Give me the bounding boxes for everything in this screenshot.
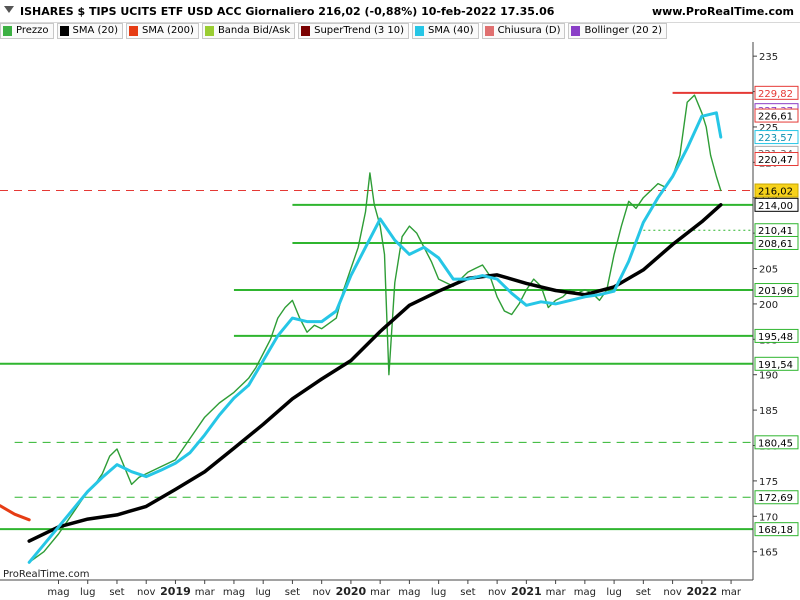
x-tick-label: mag [223, 587, 245, 598]
price-tag-label: 229,82 [758, 89, 793, 100]
legend-item-supertrend[interactable]: SuperTrend (3 10) [298, 22, 410, 39]
legend-label: Banda Bid/Ask [217, 25, 291, 36]
legend-label: Chiusura (D) [497, 25, 561, 36]
x-tick-label: lug [80, 587, 95, 598]
price-tag-label: 195,48 [758, 332, 793, 343]
y-tick-label: 205 [759, 265, 778, 276]
chart-header: ISHARES $ TIPS UCITS ETF USD ACC Giornal… [0, 0, 800, 23]
x-tick-label: set [109, 587, 124, 598]
legend-label: SuperTrend (3 10) [314, 25, 405, 36]
price-tag-label: 191,54 [758, 360, 793, 371]
sma200-swatch-icon [129, 25, 139, 36]
x-tick-label: lug [255, 587, 270, 598]
x-tick-label: mag [574, 587, 596, 598]
legend-label: Prezzo [16, 25, 49, 36]
x-tick-label: 2022 [687, 585, 718, 598]
prezzo-swatch-icon [3, 25, 12, 36]
chiusura-swatch-icon [484, 25, 494, 36]
legend-label: SMA (20) [72, 25, 119, 36]
price-tag-label: 226,61 [758, 112, 793, 123]
legend-item-prezzo[interactable]: Prezzo [0, 22, 54, 39]
x-tick-label: nov [312, 587, 330, 598]
x-tick-label: 2021 [511, 585, 542, 598]
indicator-legend: Prezzo SMA (20) SMA (200) Banda Bid/Ask … [0, 22, 800, 39]
level-lines [0, 91, 753, 531]
supertrend-swatch-icon [301, 25, 311, 36]
x-tick-label: mar [370, 587, 391, 598]
time-axis: mag lug set nov 2019 mar mag lug set nov 2020 mar ma… [0, 579, 753, 598]
price-tag-label: 220,47 [758, 155, 793, 166]
price-tag-label: 180,45 [758, 438, 793, 449]
y-tick-label: 185 [759, 406, 778, 417]
legend-item-bollinger[interactable]: Bollinger (20 2) [568, 22, 667, 39]
collapse-arrow-icon[interactable] [4, 6, 14, 13]
price-series [0, 94, 723, 564]
legend-item-banda-bid-ask[interactable]: Banda Bid/Ask [201, 22, 296, 39]
x-tick-label: nov [488, 587, 506, 598]
legend-label: SMA (40) [428, 25, 474, 36]
x-tick-label: mag [398, 587, 420, 598]
y-tick-label: 165 [759, 548, 778, 559]
y-tick-label: 200 [759, 300, 778, 311]
sma40-swatch-icon [415, 25, 425, 36]
price-chart[interactable]: 1651701751801851901952002052102152202252… [0, 40, 800, 600]
y-tick-label: 190 [759, 371, 778, 382]
price-tag-label: 172,69 [758, 493, 793, 504]
series-sma-20 [27, 203, 723, 543]
price-tag-label: 214,00 [758, 201, 793, 212]
x-tick-label: mar [195, 587, 216, 598]
bollinger-swatch-icon [571, 25, 581, 36]
y-tick-label: 175 [759, 477, 778, 488]
legend-item-sma40[interactable]: SMA (40) [412, 22, 479, 39]
x-tick-label: mag [47, 587, 69, 598]
banda-swatch-icon [204, 25, 214, 36]
x-tick-label: mar [546, 587, 567, 598]
price-tag-label: 208,61 [758, 239, 793, 250]
chart-title: ISHARES $ TIPS UCITS ETF USD ACC Giornal… [20, 5, 555, 18]
price-tag-label: 223,57 [758, 133, 793, 144]
x-tick-label: lug [431, 587, 446, 598]
legend-label: SMA (200) [142, 25, 194, 36]
series-sma-200 [0, 504, 31, 522]
x-tick-label: 2019 [160, 585, 191, 598]
x-tick-label: mar [721, 587, 742, 598]
price-tag-label: 201,96 [758, 286, 793, 297]
site-link[interactable]: www.ProRealTime.com [652, 5, 794, 18]
watermark: ProRealTime.com [3, 569, 90, 580]
legend-item-sma20[interactable]: SMA (20) [56, 22, 124, 39]
price-tag-label: 216,02 [758, 187, 793, 198]
legend-label: Bollinger (20 2) [584, 25, 662, 36]
series-prezzo [28, 94, 722, 563]
legend-item-sma200[interactable]: SMA (200) [126, 22, 199, 39]
x-tick-label: set [285, 587, 300, 598]
x-tick-label: lug [606, 587, 621, 598]
x-tick-label: nov [663, 587, 681, 598]
x-tick-label: set [460, 587, 475, 598]
legend-item-chiusura[interactable]: Chiusura (D) [481, 22, 566, 39]
sma20-swatch-icon [59, 25, 69, 36]
price-tag-label: 210,41 [758, 226, 793, 237]
y-tick-label: 235 [759, 52, 778, 63]
x-tick-label: set [636, 587, 651, 598]
y-tick-label: 170 [759, 512, 778, 523]
x-tick-label: nov [137, 587, 155, 598]
x-tick-label: 2020 [336, 585, 367, 598]
price-tag-label: 168,18 [758, 525, 793, 536]
